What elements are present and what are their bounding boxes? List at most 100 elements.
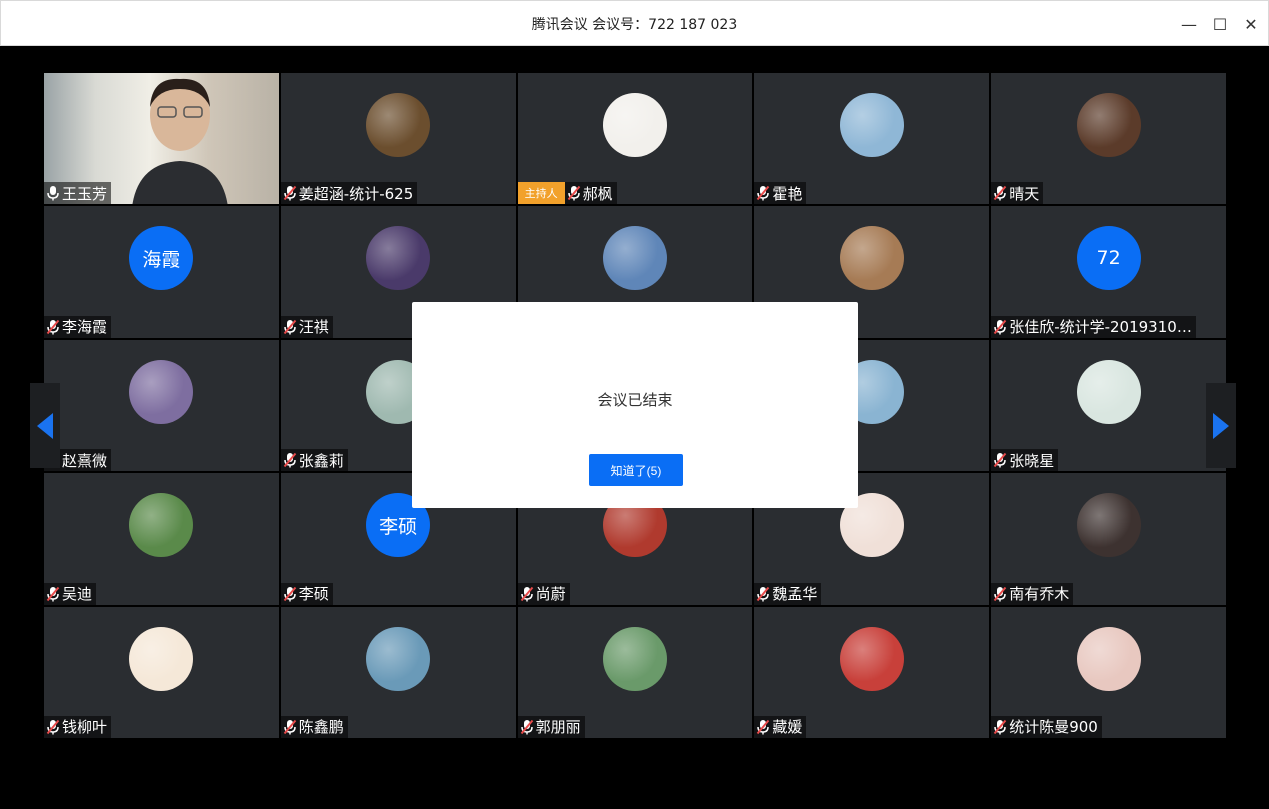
avatar	[602, 226, 667, 291]
previous-page-button[interactable]	[30, 383, 60, 468]
participant-name: 王玉芳	[62, 184, 108, 203]
microphone-muted-icon	[283, 586, 297, 602]
microphone-muted-icon	[283, 453, 297, 468]
name-bar: 吴迪	[44, 582, 97, 605]
participant-tile[interactable]: 姜超涵-统计-625	[280, 73, 516, 205]
participant-name-tag: 姜超涵-统计-625	[280, 182, 418, 205]
title-bar: 腾讯会议 会议号：722 187 023 — ☐ ✕	[0, 0, 1269, 46]
microphone-muted-icon	[993, 186, 1007, 201]
participant-tile[interactable]: 霍艳	[754, 73, 990, 205]
participant-tile[interactable]: 吴迪	[44, 473, 279, 605]
name-bar: 张鑫莉	[280, 449, 348, 472]
participant-name-tag: 张晓星	[991, 449, 1059, 472]
microphone-muted-icon	[520, 719, 533, 735]
microphone-muted-icon	[757, 719, 770, 735]
participant-tile[interactable]: 赵熹微	[44, 339, 279, 472]
participant-name: 李海霞	[62, 318, 108, 337]
name-bar: 王玉芳	[44, 182, 112, 205]
participant-name: 姜超涵-统计-625	[298, 184, 414, 203]
caret-right-icon	[1213, 412, 1229, 439]
participant-name: 张佳欣-统计学-2019310…	[1009, 318, 1192, 337]
participant-tile[interactable]: 藏媛	[754, 606, 990, 738]
participant-name-tag: 晴天	[991, 182, 1044, 205]
participant-tile[interactable]: 南有乔木	[991, 473, 1226, 605]
participant-name: 尚蔚	[535, 585, 566, 604]
avatar	[602, 626, 667, 691]
participant-tile[interactable]: 72 张佳欣-统计学-2019310…	[991, 206, 1226, 338]
microphone-muted-icon	[283, 186, 297, 201]
avatar	[129, 626, 194, 691]
meeting-ended-dialog: 会议已结束 知道了(5)	[412, 302, 858, 508]
participant-name: 钱柳叶	[62, 718, 108, 737]
participant-tile[interactable]: 钱柳叶	[44, 606, 279, 738]
acknowledge-button[interactable]: 知道了(5)	[589, 454, 683, 486]
participant-tile[interactable]: 王玉芳	[44, 73, 279, 205]
participant-name: 李硕	[298, 585, 329, 604]
avatar	[1076, 493, 1141, 558]
microphone-muted-icon	[46, 586, 60, 602]
microphone-muted-icon	[283, 719, 297, 735]
participant-name-tag: 尚蔚	[517, 582, 570, 605]
participant-name: 张鑫莉	[298, 451, 344, 470]
participant-name-tag: 统计陈曼900	[991, 715, 1102, 738]
avatar	[366, 626, 431, 691]
microphone-muted-icon	[567, 186, 580, 201]
participant-tile[interactable]: 陈鑫鹏	[280, 606, 516, 738]
participant-tile[interactable]: 张晓星	[991, 339, 1226, 472]
participant-tile[interactable]: 统计陈曼900	[991, 606, 1226, 738]
participant-name-tag: 郭朋丽	[517, 715, 585, 738]
participant-tile[interactable]: 主持人 郝枫	[517, 73, 753, 205]
participant-tile[interactable]: 郭朋丽	[517, 606, 753, 738]
name-bar: 魏孟华	[754, 582, 822, 605]
microphone-muted-icon	[283, 319, 297, 335]
participant-name-tag: 郝枫	[564, 182, 617, 205]
avatar	[602, 93, 667, 157]
microphone-muted-icon	[757, 586, 770, 602]
participant-name-tag: 张鑫莉	[280, 449, 348, 472]
host-badge: 主持人	[517, 182, 565, 205]
window-title: 腾讯会议 会议号：722 187 023	[531, 17, 738, 33]
participant-name-tag: 张佳欣-统计学-2019310…	[991, 315, 1196, 338]
caret-left-icon	[37, 412, 53, 439]
participant-name: 张晓星	[1009, 451, 1055, 470]
participant-name-tag: 李硕	[280, 582, 333, 605]
avatar	[129, 359, 194, 424]
participant-name: 郝枫	[582, 184, 613, 203]
name-bar: 霍艳	[754, 182, 807, 205]
name-bar: 李硕	[280, 582, 333, 605]
avatar	[839, 93, 904, 157]
participant-name: 郭朋丽	[535, 718, 581, 737]
minimize-button[interactable]: —	[1176, 11, 1202, 37]
participant-name-tag: 李海霞	[44, 315, 112, 338]
microphone-muted-icon	[46, 719, 60, 735]
name-bar: 钱柳叶	[44, 715, 112, 738]
participant-name: 南有乔木	[1009, 585, 1070, 604]
participant-name-tag: 魏孟华	[754, 582, 822, 605]
next-page-button[interactable]	[1206, 383, 1236, 468]
microphone-muted-icon	[46, 319, 60, 335]
name-bar: 藏媛	[754, 715, 807, 738]
participant-name-tag: 汪祺	[280, 315, 333, 338]
name-bar: 汪祺	[280, 315, 333, 338]
avatar	[839, 626, 904, 691]
participant-name: 魏孟华	[772, 585, 818, 604]
maximize-button[interactable]: ☐	[1207, 11, 1233, 37]
participant-name-tag: 藏媛	[754, 715, 807, 738]
name-bar: 张佳欣-统计学-2019310…	[991, 315, 1196, 338]
name-bar: 姜超涵-统计-625	[280, 182, 418, 205]
participant-tile[interactable]: 晴天	[991, 73, 1226, 205]
participant-name: 汪祺	[298, 318, 329, 337]
avatar	[839, 226, 904, 291]
close-button[interactable]: ✕	[1238, 11, 1264, 37]
participant-tile[interactable]: 海霞李海霞	[44, 206, 279, 338]
participant-name: 赵熹微	[62, 451, 108, 470]
avatar	[366, 93, 431, 157]
participant-name-tag: 南有乔木	[991, 582, 1074, 605]
participant-name: 霍艳	[772, 184, 803, 203]
microphone-muted-icon	[757, 186, 770, 201]
name-bar: 郭朋丽	[517, 715, 585, 738]
participant-name: 陈鑫鹏	[298, 718, 344, 737]
participant-name: 晴天	[1009, 184, 1040, 203]
avatar: 海霞	[129, 226, 194, 291]
avatar	[1076, 359, 1141, 424]
